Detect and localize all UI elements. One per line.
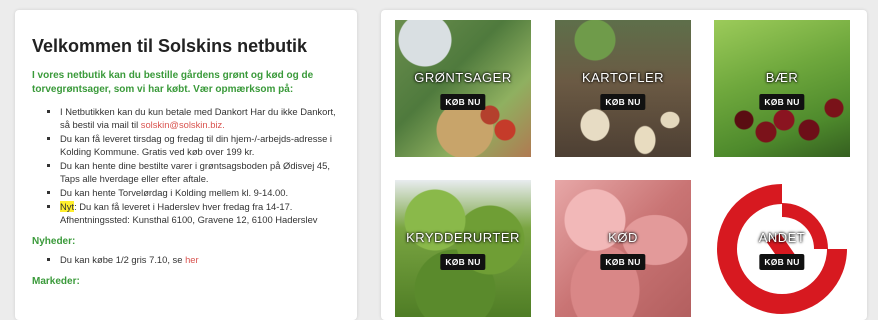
category-title: KARTOFLER bbox=[581, 70, 665, 85]
list-item: I Netbutikken kan du kun betale med Dank… bbox=[60, 105, 340, 131]
list-item: Du kan købe 1/2 gris 7.10, se her bbox=[60, 253, 340, 266]
buy-now-button[interactable]: KØB NU bbox=[440, 94, 486, 110]
category-title: ANDET bbox=[758, 230, 806, 245]
buy-now-button[interactable]: KØB NU bbox=[759, 254, 805, 270]
buy-now-button[interactable]: KØB NU bbox=[759, 94, 805, 110]
list-item: Du kan hente Torvelørdag i Kolding melle… bbox=[60, 186, 340, 199]
category-title: GRØNTSAGER bbox=[414, 70, 512, 85]
news-link[interactable]: her bbox=[185, 254, 199, 265]
buy-now-button[interactable]: KØB NU bbox=[440, 254, 486, 270]
buy-now-button[interactable]: KØB NU bbox=[600, 254, 646, 270]
category-title: KRYDDERURTER bbox=[406, 230, 520, 245]
category-tile-herbs[interactable]: KRYDDERURTER KØB NU bbox=[395, 180, 531, 317]
news-list: Du kan købe 1/2 gris 7.10, se her bbox=[32, 253, 340, 266]
category-tile-potatoes[interactable]: KARTOFLER KØB NU bbox=[555, 20, 691, 157]
welcome-panel: Velkommen til Solskins netbutik I vores … bbox=[15, 10, 357, 320]
page-title: Velkommen til Solskins netbutik bbox=[32, 36, 308, 56]
potatoes-image bbox=[555, 20, 691, 157]
category-tile-meat[interactable]: KØD KØB NU bbox=[555, 180, 691, 317]
herbs-image bbox=[395, 180, 531, 317]
cherries-image bbox=[714, 20, 850, 157]
category-tile-other[interactable]: ANDET KØB NU bbox=[714, 180, 850, 317]
intro-text: I vores netbutik kan du bestille gårdens… bbox=[32, 70, 314, 95]
category-tile-berries[interactable]: BÆR KØB NU bbox=[714, 20, 850, 157]
email-link[interactable]: solskin@solskin.biz. bbox=[141, 119, 225, 130]
meat-image bbox=[555, 180, 691, 317]
category-title: KØD bbox=[608, 230, 638, 245]
list-item: Nyt: Du kan få leveret i Haderslev hver … bbox=[60, 200, 340, 226]
list-item: Du kan få leveret tirsdag og fredag til … bbox=[60, 132, 340, 158]
new-badge: Nyt bbox=[60, 201, 75, 212]
organic-logo-icon bbox=[717, 184, 847, 314]
category-tile-vegetables[interactable]: GRØNTSAGER KØB NU bbox=[395, 20, 531, 157]
buy-now-button[interactable]: KØB NU bbox=[600, 94, 646, 110]
category-title: BÆR bbox=[765, 70, 799, 85]
list-item: Du kan hente dine bestilte varer i grønt… bbox=[60, 159, 340, 185]
news-heading: Nyheder: bbox=[32, 236, 76, 247]
vegetables-image bbox=[395, 20, 531, 157]
category-panel: GRØNTSAGER KØB NU KARTOFLER KØB NU BÆR K… bbox=[381, 10, 867, 320]
info-list: I Netbutikken kan du kun betale med Dank… bbox=[32, 105, 340, 226]
markets-heading: Markeder: bbox=[32, 276, 80, 287]
